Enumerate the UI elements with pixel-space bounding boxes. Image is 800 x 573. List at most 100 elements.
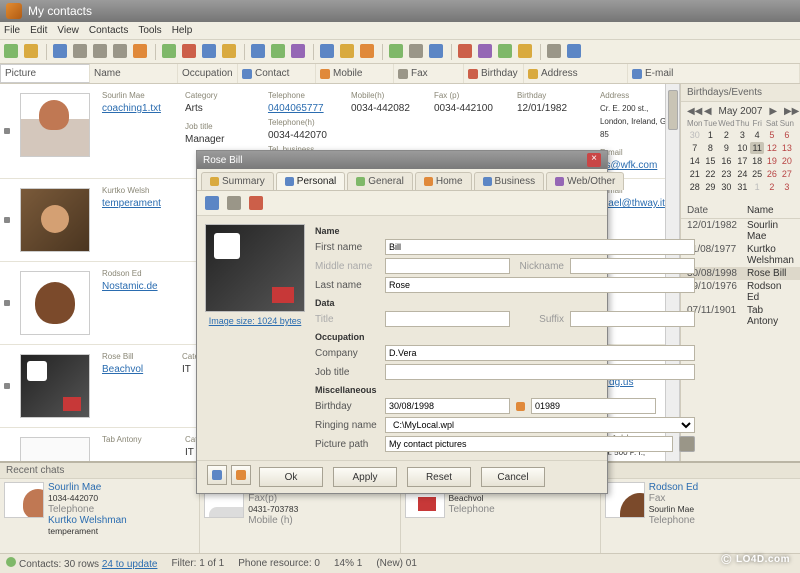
tb-calendar-icon[interactable] [458,44,474,60]
menu-edit[interactable]: Edit [30,25,47,36]
tb-mail-icon[interactable] [251,44,267,60]
tab-business[interactable]: Business [474,172,545,190]
phone-value[interactable]: 0404065777 [268,103,324,114]
birthday-input[interactable] [385,398,510,414]
row-handle-icon[interactable] [2,183,12,257]
tb-notes-icon[interactable] [518,44,534,60]
menu-help[interactable]: Help [172,25,193,36]
cal-day[interactable]: 13 [780,142,794,154]
middle-name-input[interactable] [385,258,510,274]
dlg-delete-icon[interactable] [247,194,265,212]
tb-save-icon[interactable] [53,44,69,60]
birthday-row[interactable]: 12/01/1982Sourlin Mae [681,219,800,243]
row-handle-icon[interactable] [2,266,12,340]
picture-path-input[interactable] [385,436,673,452]
cal-day[interactable]: 14 [687,155,703,167]
contact-picture[interactable] [20,354,90,418]
row-handle-icon[interactable] [2,349,12,423]
email-value[interactable]: mael@thway.it [600,198,665,209]
tb-sms-icon[interactable] [291,44,307,60]
tb-new-icon[interactable] [4,44,20,60]
cal-day[interactable]: 12 [765,142,779,154]
tb-birthday-icon[interactable] [478,44,494,60]
tb-sync-icon[interactable] [320,44,336,60]
cal-day[interactable]: 20 [780,155,794,167]
cal-day[interactable]: 30 [718,181,734,193]
menu-contacts[interactable]: Contacts [89,25,128,36]
cal-day[interactable]: 19 [765,155,779,167]
cal-day[interactable]: 22 [704,168,718,180]
suffix-input[interactable] [570,311,695,327]
cal-day[interactable]: 5 [765,129,779,141]
menu-tools[interactable]: Tools [138,25,161,36]
row-handle-icon[interactable] [2,88,12,174]
recent-card[interactable]: Rodson EdFaxSourlin MaeTelephone [601,479,800,553]
ok-button[interactable]: Ok [259,467,323,487]
last-name-input[interactable] [385,277,695,293]
dialog-titlebar[interactable]: Rose Bill × [197,151,607,169]
birthday-row[interactable]: 30/08/1998Rose Bill [681,267,800,280]
contact-picture[interactable] [20,93,90,157]
cal-day[interactable]: 16 [718,155,734,167]
menu-file[interactable]: File [4,25,20,36]
tb-help-icon[interactable] [567,44,583,60]
tb-remove-icon[interactable] [182,44,198,60]
group-link[interactable]: temperament [102,198,161,209]
dialog-close-icon[interactable]: × [587,153,601,167]
birthday-row[interactable]: 29/10/1976Rodson Ed [681,280,800,304]
tb-import-icon[interactable] [360,44,376,60]
group-link[interactable]: Nostamic.de [102,281,158,292]
tb-settings-icon[interactable] [547,44,563,60]
group-link[interactable]: Beachvol [102,364,143,375]
col-email[interactable]: E-mail [628,64,800,83]
tb-open-icon[interactable] [24,44,40,60]
cal-day[interactable]: 15 [704,155,718,167]
calendar-icon[interactable] [516,402,525,411]
title-input[interactable] [385,311,510,327]
cal-day[interactable]: 23 [718,168,734,180]
tb-edit-icon[interactable] [202,44,218,60]
contact-picture[interactable] [20,437,90,461]
apply-button[interactable]: Apply [333,467,397,487]
menu-view[interactable]: View [57,25,79,36]
cal-next-month-icon[interactable]: ▶ [768,106,778,117]
cal-prev-month-icon[interactable]: ◀ [703,106,713,117]
dialog-picture[interactable] [205,224,305,312]
tb-find-icon[interactable] [222,44,238,60]
cal-day[interactable]: 26 [765,168,779,180]
tb-paste-icon[interactable] [133,44,149,60]
company-input[interactable] [385,345,695,361]
cal-day[interactable]: 3 [780,181,794,193]
group-link[interactable]: coaching1.txt [102,103,161,114]
email-value[interactable]: ps@wfk.com [600,160,657,171]
cal-day[interactable]: 27 [780,168,794,180]
cal-day[interactable]: 31 [736,181,750,193]
cal-day[interactable]: 2 [718,129,734,141]
tab-general[interactable]: General [347,172,413,190]
cal-day[interactable]: 24 [736,168,750,180]
cal-next-year-icon[interactable]: ▶▶ [784,106,794,117]
reset-button[interactable]: Reset [407,467,471,487]
dlg-save-icon[interactable] [203,194,221,212]
dlg-next-icon[interactable] [231,465,251,485]
menu-bar[interactable]: File Edit View Contacts Tools Help [0,22,800,40]
birthday-row[interactable]: 11/08/1977Kurtko Welshman [681,243,800,267]
tb-call-icon[interactable] [271,44,287,60]
cal-day[interactable]: 3 [736,129,750,141]
contact-picture[interactable] [20,271,90,335]
browse-icon[interactable] [679,436,695,452]
tab-webother[interactable]: Web/Other [546,172,624,190]
col-fax[interactable]: Fax [394,64,464,83]
job-title-input[interactable] [385,364,695,380]
tb-filter-icon[interactable] [409,44,425,60]
cal-day[interactable]: 2 [765,181,779,193]
cancel-button[interactable]: Cancel [481,467,545,487]
scrollbar-thumb[interactable] [668,90,678,130]
cal-day[interactable]: 1 [750,181,764,193]
cal-day[interactable]: 25 [750,168,764,180]
cal-day[interactable]: 1 [704,129,718,141]
tab-personal[interactable]: Personal [276,172,345,190]
tb-cut-icon[interactable] [93,44,109,60]
birthday-row[interactable]: 07/11/1901Tab Antony [681,304,800,328]
col-address[interactable]: Address [524,64,628,83]
